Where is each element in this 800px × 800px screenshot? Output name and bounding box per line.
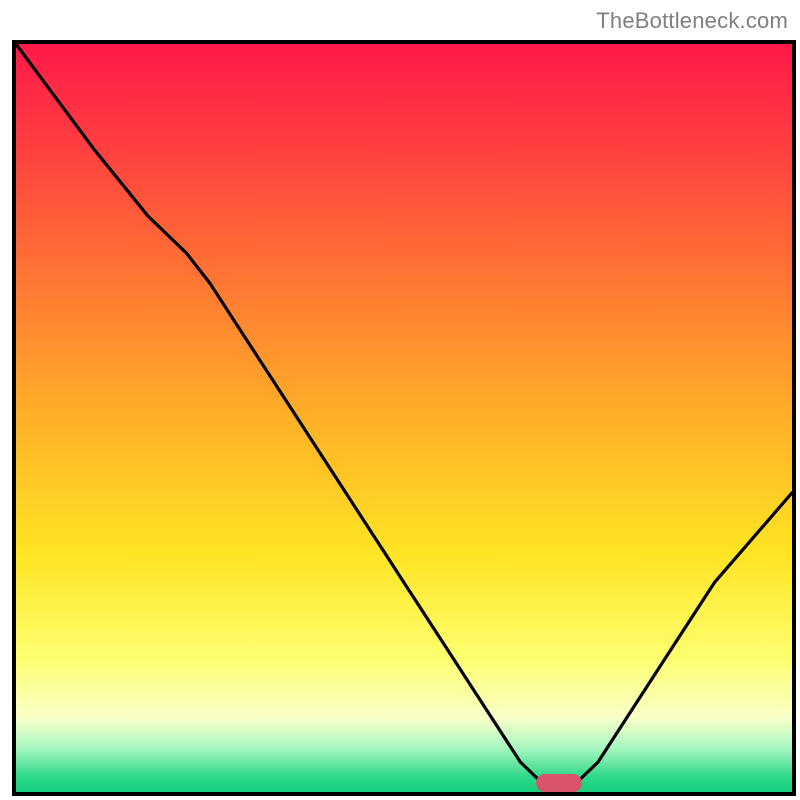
plot-area xyxy=(12,40,796,796)
bottleneck-curve xyxy=(16,44,792,785)
chart-frame: TheBottleneck.com xyxy=(0,0,800,800)
attribution-label: TheBottleneck.com xyxy=(596,8,788,34)
optimal-marker xyxy=(536,774,583,792)
curve-layer xyxy=(16,44,792,792)
